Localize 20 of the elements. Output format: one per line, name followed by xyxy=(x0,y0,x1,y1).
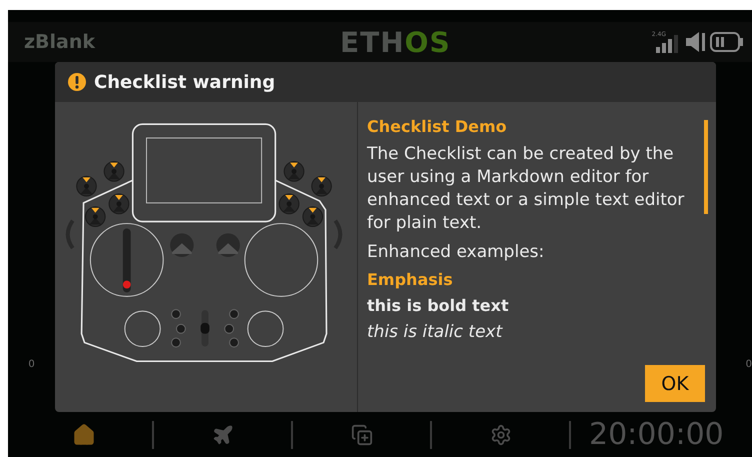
checklist-text: this is bold text xyxy=(367,296,510,316)
logo: ETHOS xyxy=(339,26,452,58)
ok-button[interactable]: OK xyxy=(645,365,705,402)
checklist-text: Enhanced examples: xyxy=(367,241,546,264)
speaker-icon xyxy=(686,31,706,53)
checklist-text: this is italic text xyxy=(367,322,504,342)
home-icon xyxy=(72,422,96,446)
copy-plus-icon xyxy=(350,424,372,446)
axis-reading: 0 xyxy=(746,359,752,370)
checklist-heading: Emphasis xyxy=(367,270,454,290)
dialog-title: Checklist warning xyxy=(94,72,276,92)
checklist-heading: Checklist Demo xyxy=(367,117,508,137)
checklist-text: The Checklist can be created by the user using a Markdown editor for enhanced text or a simple text editor for plain text. xyxy=(367,143,686,235)
warning-icon xyxy=(67,72,87,92)
battery-icon xyxy=(710,31,744,53)
timer: 20:00:00 xyxy=(589,417,724,452)
model-name: zBlank xyxy=(24,31,96,53)
axis-reading: 0 xyxy=(28,359,35,370)
settings-icon xyxy=(490,424,512,446)
airplane-icon xyxy=(212,424,234,446)
